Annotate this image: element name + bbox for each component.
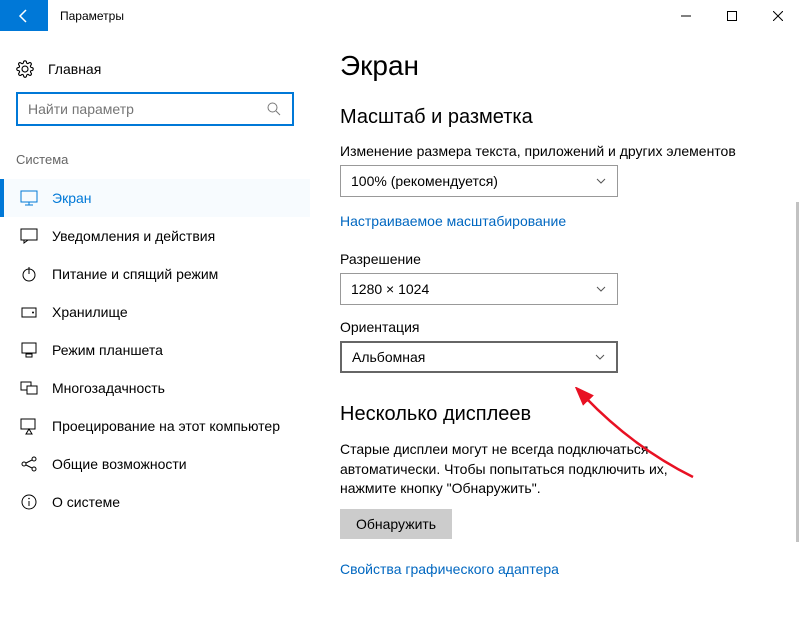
sidebar-item-label: Проецирование на этот компьютер [52, 418, 280, 434]
sidebar-item-label: Режим планшета [52, 342, 163, 358]
sidebar-item-about[interactable]: О системе [0, 483, 310, 521]
sidebar-item-tablet[interactable]: Режим планшета [0, 331, 310, 369]
sidebar-item-label: Уведомления и действия [52, 228, 215, 244]
chevron-down-icon [594, 351, 606, 363]
search-input[interactable] [16, 92, 294, 126]
resolution-value: 1280 × 1024 [351, 281, 595, 297]
close-button[interactable] [755, 0, 801, 31]
sidebar-item-power[interactable]: Питание и спящий режим [0, 255, 310, 293]
page-title: Экран [340, 50, 771, 82]
sidebar-item-label: Экран [52, 190, 92, 206]
chevron-down-icon [595, 175, 607, 187]
project-icon [20, 417, 38, 435]
sidebar-item-multitask[interactable]: Многозадачность [0, 369, 310, 407]
sidebar-item-notifications[interactable]: Уведомления и действия [0, 217, 310, 255]
sidebar-item-storage[interactable]: Хранилище [0, 293, 310, 331]
gpu-properties-link[interactable]: Свойства графического адаптера [340, 561, 559, 577]
sidebar-item-label: Хранилище [52, 304, 128, 320]
titlebar: Параметры [0, 0, 801, 32]
storage-icon [20, 303, 38, 321]
minimize-icon [681, 11, 691, 21]
gear-icon [16, 60, 34, 78]
section-multi: Несколько дисплеев [340, 403, 771, 426]
chevron-down-icon [595, 283, 607, 295]
power-icon [20, 265, 38, 283]
sidebar-item-label: Питание и спящий режим [52, 266, 218, 282]
share-icon [20, 455, 38, 473]
maximize-icon [727, 11, 737, 21]
monitor-icon [20, 189, 38, 207]
sidebar: Главная Система Экран Уведомления и дейс… [0, 32, 310, 628]
sidebar-item-shared[interactable]: Общие возможности [0, 445, 310, 483]
sidebar-item-label: Общие возможности [52, 456, 187, 472]
multitask-icon [20, 379, 38, 397]
resolution-select[interactable]: 1280 × 1024 [340, 273, 618, 305]
orientation-label: Ориентация [340, 319, 771, 335]
orientation-value: Альбомная [352, 349, 594, 365]
arrow-left-icon [16, 8, 32, 24]
home-button[interactable]: Главная [0, 50, 310, 92]
sidebar-item-label: Многозадачность [52, 380, 165, 396]
search-field[interactable] [28, 101, 266, 117]
search-icon [266, 101, 282, 117]
multi-desc: Старые дисплеи могут не всегда подключат… [340, 440, 720, 499]
sidebar-item-display[interactable]: Экран [0, 179, 310, 217]
scale-select[interactable]: 100% (рекомендуется) [340, 165, 618, 197]
scale-label: Изменение размера текста, приложений и д… [340, 143, 771, 159]
category-label: Система [0, 146, 310, 179]
orientation-select[interactable]: Альбомная [340, 341, 618, 373]
scrollbar[interactable] [796, 202, 799, 542]
back-button[interactable] [0, 0, 48, 31]
chat-icon [20, 227, 38, 245]
section-scale: Масштаб и разметка [340, 106, 771, 129]
custom-scale-link[interactable]: Настраиваемое масштабирование [340, 213, 566, 229]
maximize-button[interactable] [709, 0, 755, 31]
minimize-button[interactable] [663, 0, 709, 31]
sidebar-item-projecting[interactable]: Проецирование на этот компьютер [0, 407, 310, 445]
sidebar-item-label: О системе [52, 494, 120, 510]
scale-value: 100% (рекомендуется) [351, 173, 595, 189]
window-title: Параметры [48, 0, 663, 31]
home-label: Главная [48, 61, 101, 77]
resolution-label: Разрешение [340, 251, 771, 267]
main-panel: Экран Масштаб и разметка Изменение разме… [310, 32, 801, 628]
close-icon [773, 11, 783, 21]
info-icon [20, 493, 38, 511]
detect-button[interactable]: Обнаружить [340, 509, 452, 539]
tablet-icon [20, 341, 38, 359]
